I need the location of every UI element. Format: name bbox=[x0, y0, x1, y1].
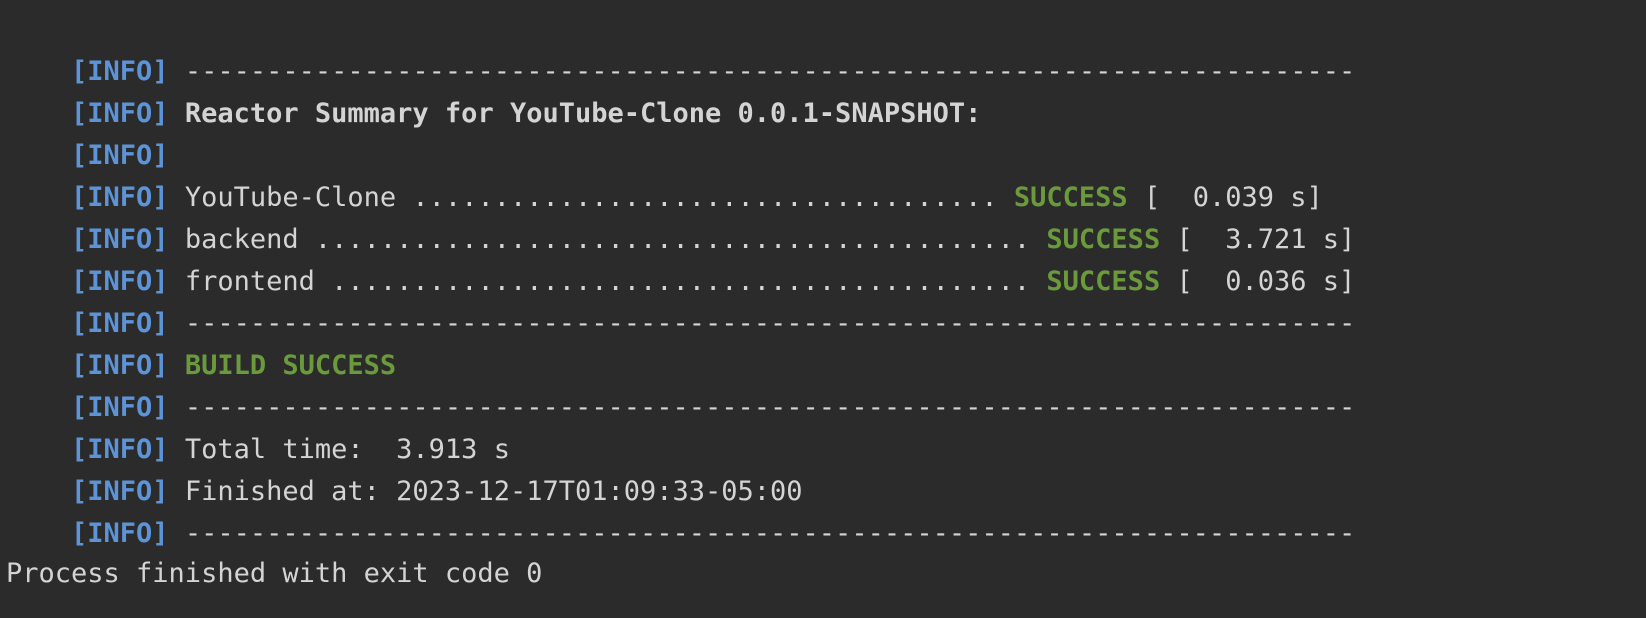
console-line-separator-1: [INFO] ---------------------------------… bbox=[6, 6, 1355, 87]
console-line-module: [INFO] backend .........................… bbox=[6, 174, 1355, 255]
console-line-separator-2: [INFO] ---------------------------------… bbox=[6, 258, 1355, 339]
console-line-separator-3: [INFO] ---------------------------------… bbox=[6, 342, 1355, 423]
info-prefix: [INFO] bbox=[71, 518, 169, 549]
console-line-build-result: [INFO] BUILD SUCCESS bbox=[6, 300, 396, 381]
console-line-separator-4: [INFO] ---------------------------------… bbox=[6, 468, 1355, 549]
console-line-empty: [INFO] bbox=[6, 90, 169, 171]
console-line-module: [INFO] YouTube-Clone ...................… bbox=[6, 132, 1323, 213]
console-line-module: [INFO] frontend ........................… bbox=[6, 216, 1355, 297]
console-line-summary-title: [INFO] Reactor Summary for YouTube-Clone… bbox=[6, 48, 981, 129]
process-exit-message: Process finished with exit code 0 bbox=[6, 558, 543, 589]
console-line-finished-at: [INFO] Finished at: 2023-12-17T01:09:33-… bbox=[6, 426, 803, 507]
console-line-total-time: [INFO] Total time: 3.913 s bbox=[6, 384, 510, 465]
summary-title: Reactor Summary for YouTube-Clone 0.0.1-… bbox=[184, 98, 982, 129]
separator: ----------------------------------------… bbox=[184, 518, 1356, 549]
console-output[interactable]: [INFO] ---------------------------------… bbox=[0, 0, 1646, 618]
